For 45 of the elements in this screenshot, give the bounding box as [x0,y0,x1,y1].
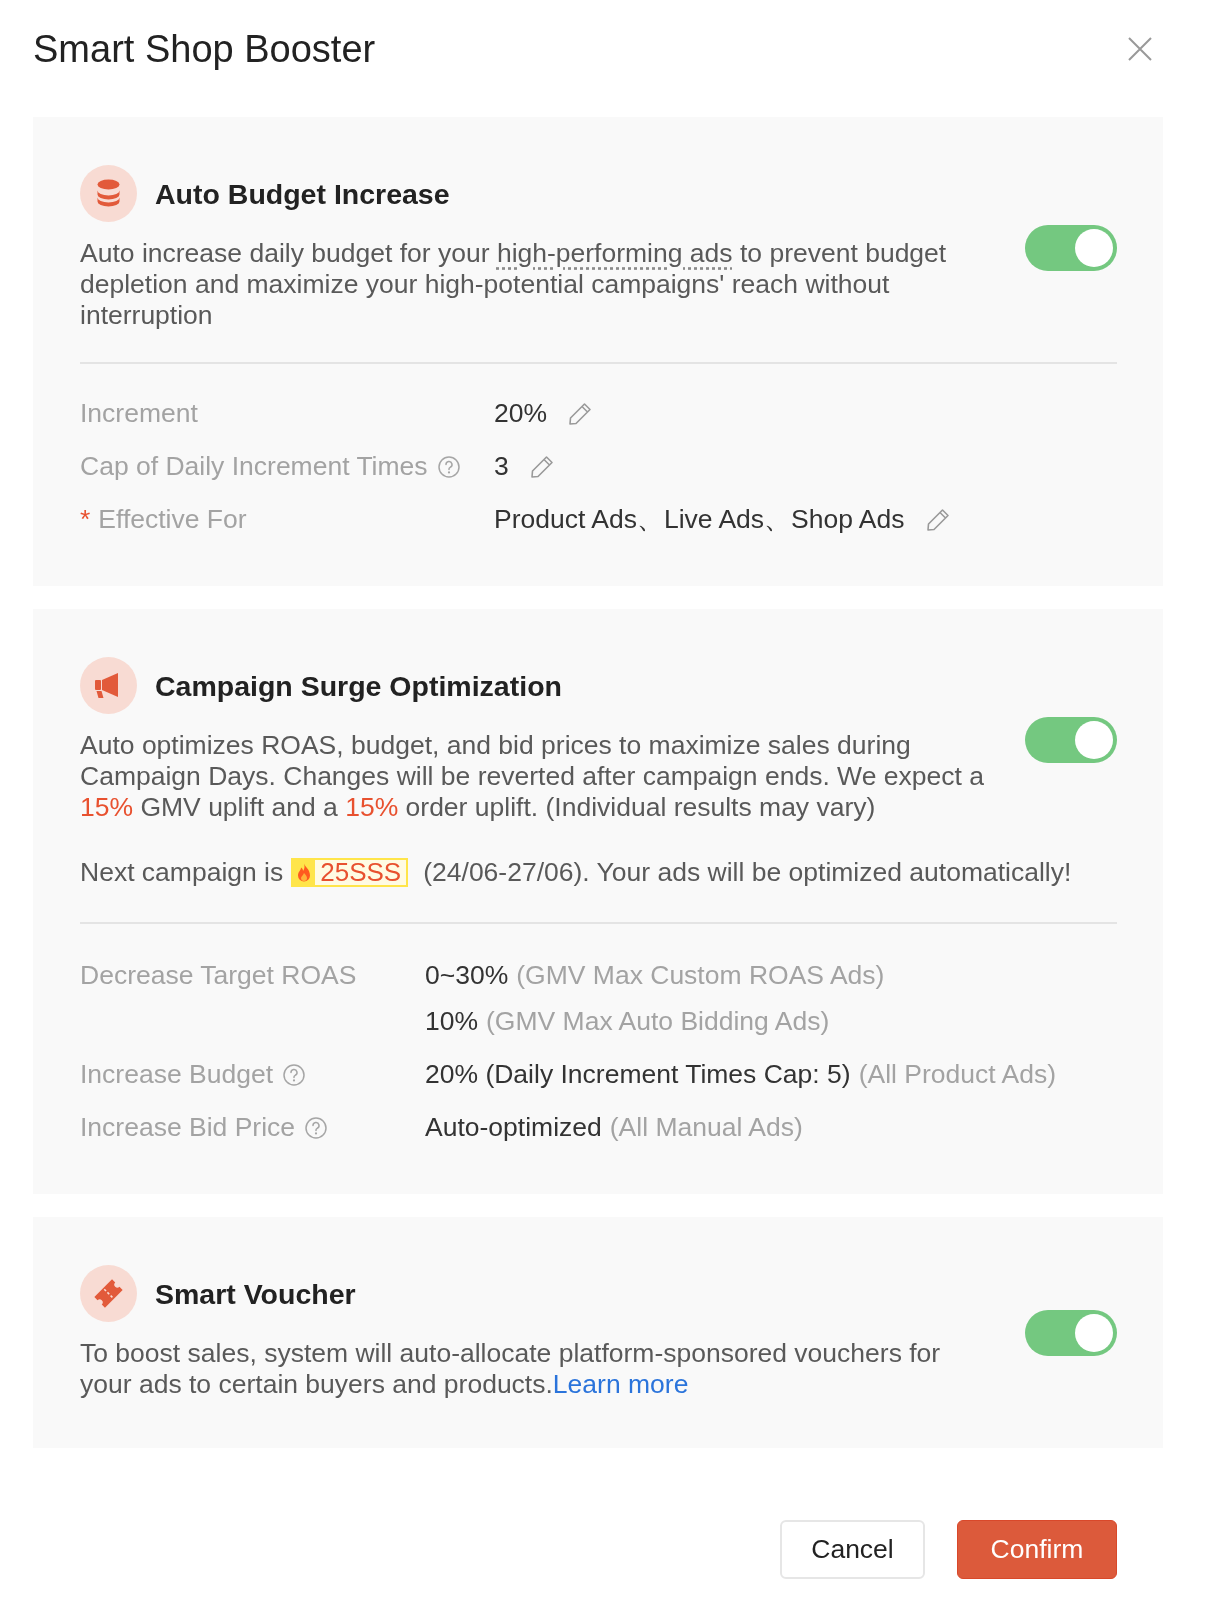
campaign-text: Next campaign is [80,857,284,888]
toggle-switch[interactable] [1025,1309,1117,1356]
learn-more-link[interactable]: Learn more [552,1369,689,1399]
section-description: Auto increase daily budget for your high-performing ads to prevent budget depletion and maximize your high-potential campaigns' reach without interruption [80,238,948,331]
help-icon[interactable] [283,1063,305,1086]
toggle-switch[interactable] [1025,225,1117,271]
required-mark: * [80,504,91,535]
setting-value: 20% [494,398,548,429]
setting-label: Cap of Daily Increment Times [80,451,428,482]
setting-value: Auto-optimized [425,1112,602,1143]
toggle-switch[interactable] [1025,717,1117,763]
pencil-icon[interactable] [924,506,951,533]
coin-stack-icon [80,165,137,222]
ticket-icon [80,1265,137,1322]
section-title: Campaign Surge Optimization [155,668,562,703]
setting-label: Effective For [98,504,247,535]
setting-label: Increment [80,398,198,429]
tooltip-term[interactable]: high-performing ads [496,238,733,268]
campaign-text: (24/06-27/06). Your ads will be optimized automatically! [423,857,1072,888]
setting-label: Increase Budget [80,1059,273,1090]
scope-note: (GMV Max Custom ROAS Ads) [516,960,885,991]
help-icon[interactable] [437,455,460,478]
scope-note: (All Product Ads) [858,1059,1056,1090]
dialog-title: Smart Shop Booster [33,27,376,71]
setting-value: 10% [425,1006,479,1037]
setting-label: Decrease Target ROAS [80,960,357,991]
help-icon[interactable] [305,1116,328,1139]
setting-label: Increase Bid Price [80,1112,296,1143]
setting-value: 20% (Daily Increment Times Cap: 5) [425,1059,851,1090]
scope-note: (All Manual Ads) [609,1112,803,1143]
campaign-name: 25SSS [319,860,403,885]
setting-value: Product Ads、Live Ads、Shop Ads [494,504,905,535]
section-description: To boost sales, system will auto-allocate platform-sponsored vouchers for your ads to certain buyers and products.Learn more [80,1338,942,1400]
setting-value: 0~30% [425,960,509,991]
setting-value: 3 [494,451,509,482]
section-description: Auto optimizes ROAS, budget, and bid prices to maximize sales during Campaign Days. Changes will be reverted after campaign ends. We expect a 15% GMV uplift and a 15% order uplift. (Individual results may vary) [80,730,985,823]
confirm-button[interactable]: Confirm [957,1520,1117,1579]
close-icon[interactable] [1127,36,1153,62]
section-title: Auto Budget Increase [155,176,450,211]
section-title: Smart Voucher [155,1276,356,1311]
pencil-icon[interactable] [567,400,594,427]
pencil-icon[interactable] [528,453,555,480]
megaphone-icon [80,657,137,714]
scope-note: (GMV Max Auto Bidding Ads) [486,1006,830,1037]
cancel-button[interactable]: Cancel [780,1520,925,1579]
